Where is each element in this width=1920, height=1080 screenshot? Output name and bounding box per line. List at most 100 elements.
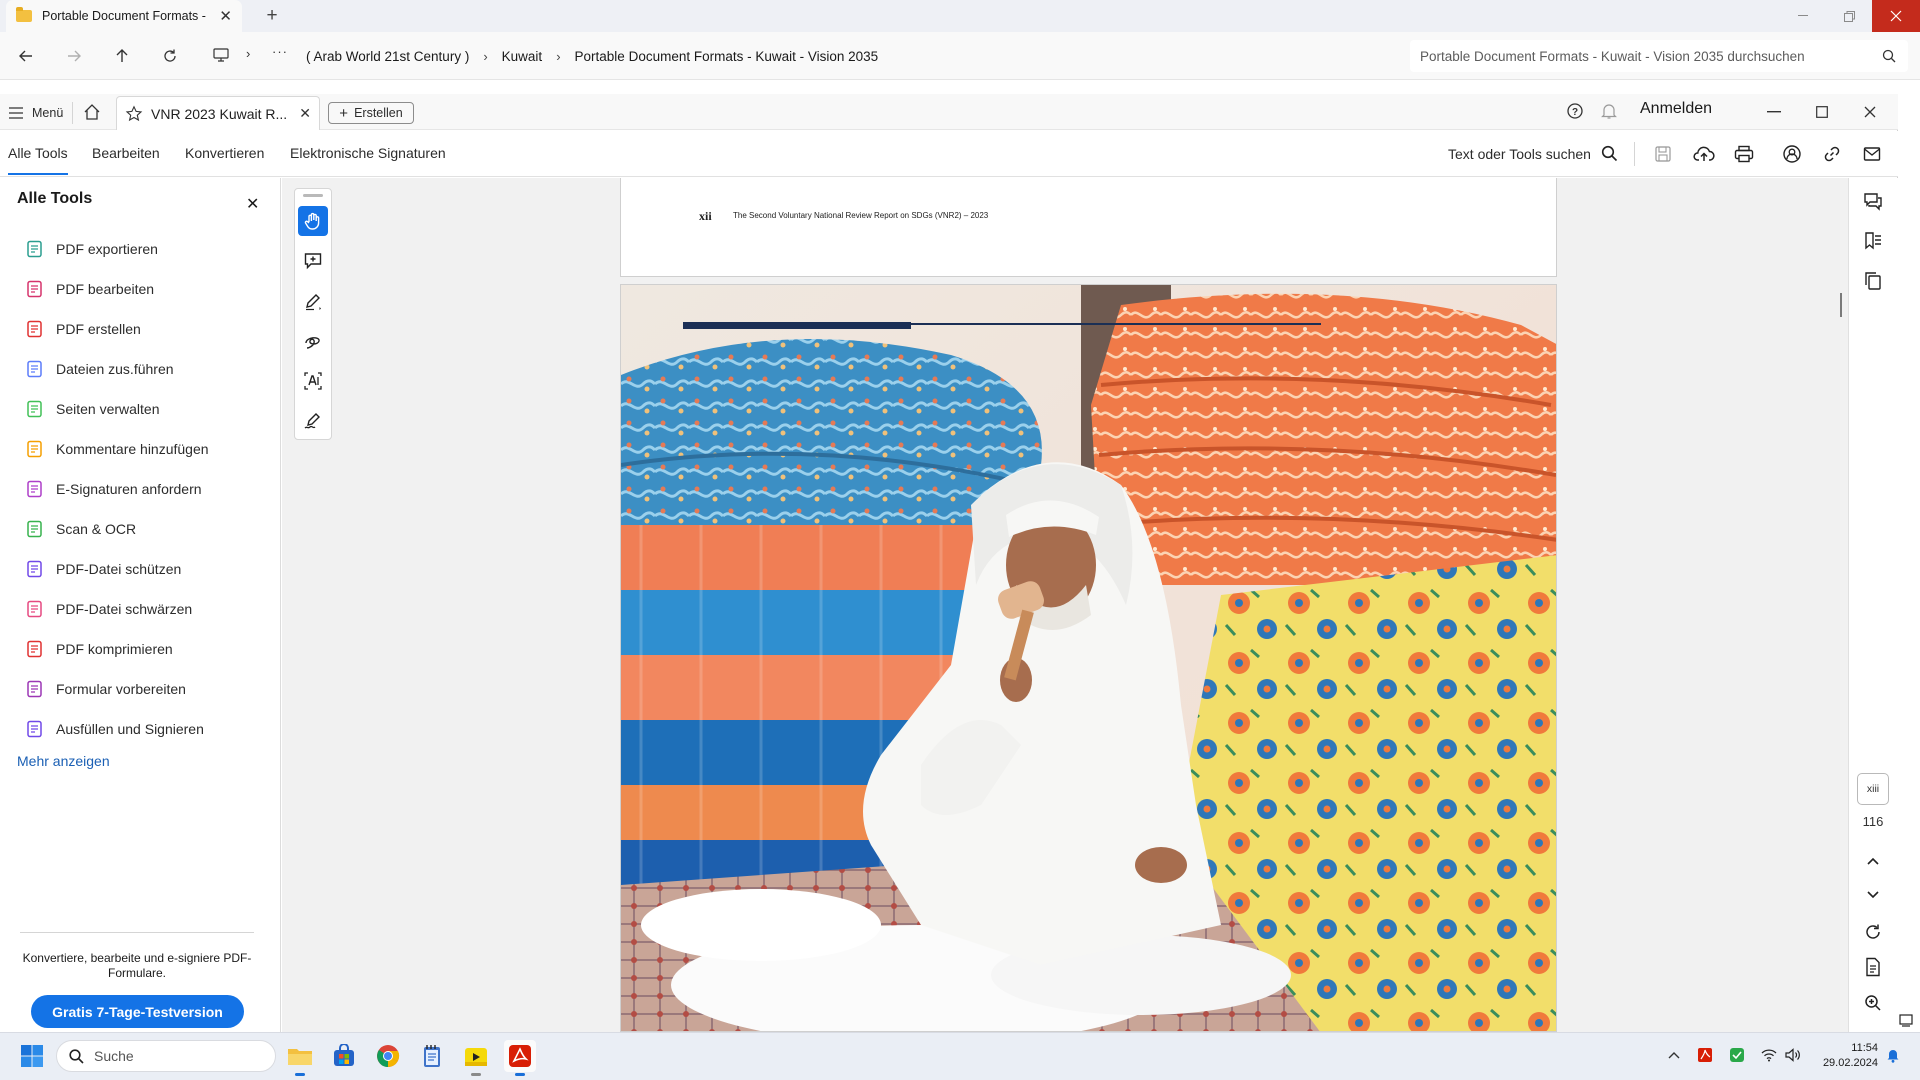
draw-freeform-button[interactable] [298,326,328,356]
store-app[interactable] [328,1040,360,1072]
tool-item[interactable]: PDF erstellen [26,316,266,342]
nav-edit[interactable]: Bearbeiten [92,145,160,161]
breadcrumb-item[interactable]: Kuwait [502,49,543,64]
restore-button[interactable] [1826,0,1872,32]
minimize-button[interactable] [1780,0,1826,32]
show-more-link[interactable]: Mehr anzeigen [17,753,110,769]
acrobat-minimize-button[interactable] [1754,98,1794,126]
zoom-in-button[interactable] [1860,990,1886,1016]
tool-item[interactable]: Dateien zus.führen [26,356,266,382]
tool-item[interactable]: Ausfüllen und Signieren [26,716,266,742]
close-icon[interactable]: ✕ [299,105,311,122]
sign-in-button[interactable]: Anmelden [1640,100,1712,118]
explorer-tab[interactable]: Portable Document Formats - ✕ [6,0,242,32]
page-fit-button[interactable] [1860,954,1886,980]
monitor-icon[interactable] [212,46,230,64]
highlight-pen-button[interactable] [298,286,328,316]
rotate-button[interactable] [1860,919,1886,945]
volume-icon[interactable] [1784,1046,1802,1064]
taskbar-search-placeholder: Suche [94,1048,134,1064]
player-icon [465,1048,487,1066]
new-tab-button[interactable]: + [260,2,284,30]
hand-tool-button[interactable] [298,206,328,236]
tool-item[interactable]: PDF bearbeiten [26,276,266,302]
close-panel-icon[interactable]: ✕ [246,194,259,214]
tool-item[interactable]: PDF-Datei schützen [26,556,266,582]
close-icon [1864,106,1876,118]
refresh-button[interactable] [158,44,182,68]
home-icon [84,104,100,120]
acrobat-tray-icon[interactable] [1696,1046,1714,1064]
home-button[interactable] [82,102,106,124]
tool-item[interactable]: PDF exportieren [26,236,266,262]
chrome-app[interactable] [372,1040,404,1072]
explorer-tab-title: Portable Document Formats - [42,9,206,23]
media-player-app[interactable] [460,1040,492,1076]
text-select-button[interactable] [298,366,328,396]
sign-button[interactable] [298,406,328,436]
nav-all-tools[interactable]: Alle Tools [8,145,68,175]
star-icon [125,104,143,121]
bookmarks-panel-button[interactable] [1860,228,1886,254]
file-explorer-app[interactable] [284,1040,316,1076]
arrow-right-icon [68,50,81,62]
more-icon[interactable]: ··· [272,44,288,59]
create-button[interactable]: + Erstellen [328,102,414,124]
nav-esignatures[interactable]: Elektronische Signaturen [290,145,446,161]
add-comment-button[interactable] [298,246,328,276]
restore-icon [1843,10,1855,22]
menu-button[interactable]: Menü [8,102,63,124]
tool-item[interactable]: PDF-Datei schwärzen [26,596,266,622]
forward-button[interactable] [62,44,86,68]
help-icon[interactable]: ? [1566,102,1584,120]
start-button[interactable] [20,1044,44,1068]
comments-panel-button[interactable] [1860,188,1886,214]
share-button[interactable] [1780,142,1804,166]
bell-icon[interactable] [1600,102,1618,120]
tool-item-label: PDF-Datei schwärzen [56,601,193,617]
security-tray-icon[interactable] [1728,1046,1746,1064]
email-button[interactable] [1860,142,1884,166]
breadcrumb-item[interactable]: Portable Document Formats - Kuwait - Vis… [575,49,879,64]
signature-pen-icon [304,413,320,429]
free-trial-button[interactable]: Gratis 7-Tage-Testversion [31,995,244,1028]
close-tab-icon[interactable]: ✕ [219,7,232,25]
acrobat-maximize-button[interactable] [1802,98,1842,126]
tool-item[interactable]: E-Signaturen anfordern [26,476,266,502]
back-button[interactable] [14,44,38,68]
next-page-button[interactable] [1860,882,1886,908]
tool-item[interactable]: PDF komprimieren [26,636,266,662]
share-user-icon [1783,145,1801,163]
print-button[interactable] [1732,142,1756,166]
tool-item[interactable]: Scan & OCR [26,516,266,542]
acrobat-close-button[interactable] [1850,98,1890,126]
breadcrumb-item[interactable]: ( Arab World 21st Century ) [306,49,469,64]
taskbar-search-input[interactable]: Suche [56,1040,276,1072]
clock[interactable]: 11:54 29.02.2024 [1804,1041,1878,1071]
wifi-icon[interactable] [1760,1046,1778,1064]
nav-convert[interactable]: Konvertieren [185,145,264,161]
zoom-in-icon [1865,995,1881,1011]
up-button[interactable] [110,44,134,68]
tool-item[interactable]: Seiten verwalten [26,396,266,422]
close-window-button[interactable] [1872,0,1920,32]
current-page-input[interactable]: xiii [1857,773,1889,805]
breadcrumb[interactable]: ( Arab World 21st Century ) › Kuwait › P… [298,40,1400,72]
tool-item[interactable]: Kommentare hinzufügen [26,436,266,462]
grip-handle[interactable] [303,194,323,197]
document-tab[interactable]: VNR 2023 Kuwait R... ✕ [116,96,320,130]
notepad-app[interactable] [416,1040,448,1072]
explorer-search-input[interactable]: Portable Document Formats - Kuwait - Vis… [1410,40,1908,72]
explorer-search-placeholder: Portable Document Formats - Kuwait - Vis… [1420,48,1805,64]
tool-item[interactable]: Formular vorbereiten [26,676,266,702]
acrobat-app[interactable] [504,1040,536,1076]
tools-search-button[interactable]: Text oder Tools suchen [1448,145,1618,162]
pages-panel-button[interactable] [1860,268,1886,294]
chevron-up-icon[interactable] [1665,1046,1683,1064]
upload-cloud-button[interactable] [1692,142,1716,166]
scrollbar[interactable] [1840,293,1842,317]
copy-link-button[interactable] [1820,142,1844,166]
save-button[interactable] [1651,142,1675,166]
notification-bell-icon[interactable] [1884,1046,1902,1064]
previous-page-button[interactable] [1860,848,1886,874]
